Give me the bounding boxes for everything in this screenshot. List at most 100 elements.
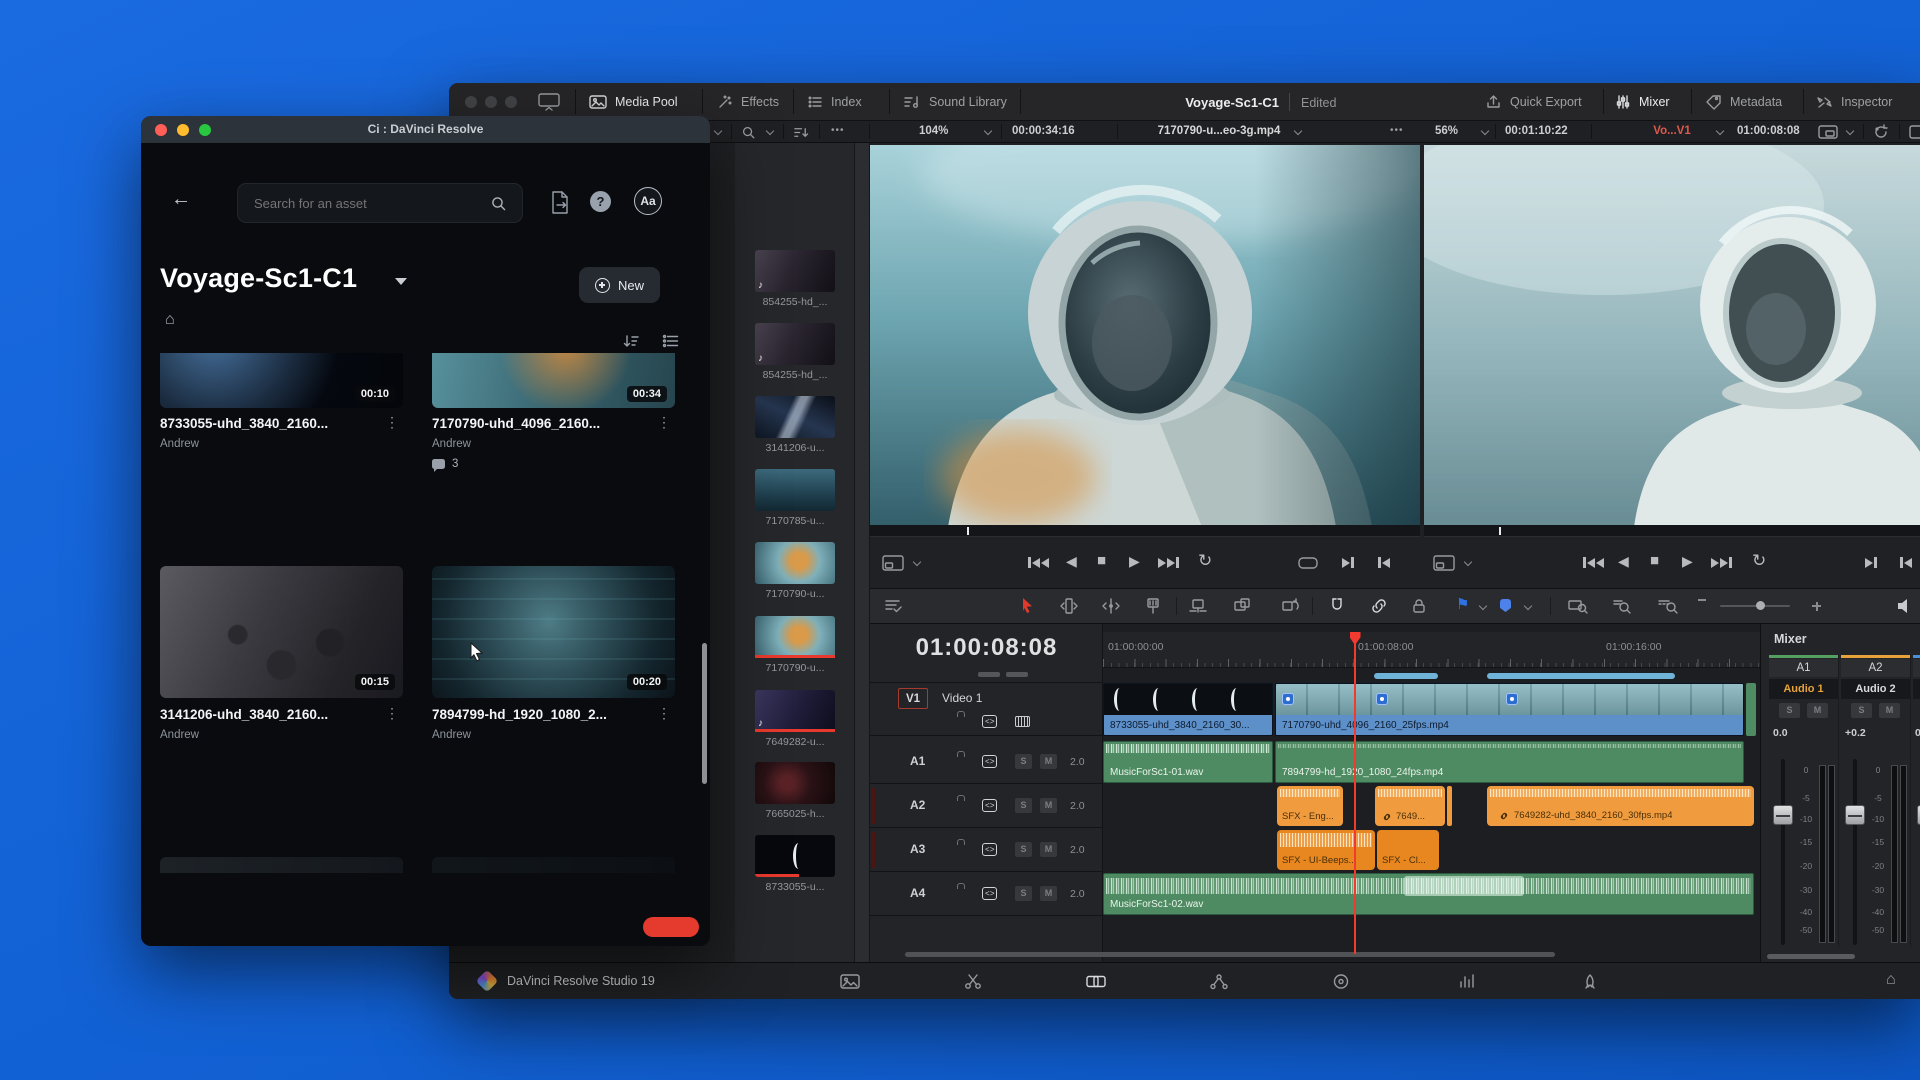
skip-back-button[interactable] [1028,557,1049,568]
help-icon[interactable]: ? [590,191,611,212]
media-pool-item[interactable]: ♪ 7649282-u... [747,690,843,748]
source-clip-name[interactable]: 7170790-u...eo-3g.mp4 [1149,125,1289,137]
timeline-clip-video[interactable]: 8733055-uhd_3840_2160_30... [1103,683,1273,736]
goto-in-button[interactable] [1900,557,1912,568]
button-quick-export[interactable]: Quick Export [1485,83,1582,121]
track-id[interactable]: A2 [910,798,925,812]
search-box[interactable] [237,183,523,223]
asset-thumbnail[interactable]: 00:15 [160,566,403,698]
button-metadata[interactable]: Metadata [1705,83,1782,121]
stop-button[interactable]: ■ [1097,552,1106,569]
snapping-magnet-icon[interactable] [1328,597,1346,615]
asset-name[interactable]: 7170790-uhd_4096_2160... [432,416,647,431]
replace-clip-icon[interactable] [1280,597,1300,615]
source-scrub-bar[interactable] [870,525,1420,537]
keyframe-marker[interactable] [1282,693,1294,705]
zoom-slider[interactable] [1720,605,1790,607]
flag-icon[interactable]: ⚑ [1456,595,1469,613]
timeline-clip-audio[interactable]: MusicForSc1-02.wav [1103,873,1754,915]
trim-edit-mode-icon[interactable] [1060,597,1078,615]
goto-out-button[interactable] [1865,557,1877,568]
loop-button[interactable]: ↻ [1198,551,1212,571]
zoom-full-extent-icon[interactable] [1568,598,1588,614]
page-edit-icon[interactable] [1086,973,1106,990]
home-icon[interactable]: ⌂ [1886,971,1896,989]
auto-select-icon[interactable]: < > [982,843,997,856]
loop-button[interactable]: ↻ [1752,551,1766,571]
chevron-down-icon[interactable] [1294,127,1302,135]
list-view-icon[interactable] [662,333,679,349]
asset-thumbnail-partial[interactable] [160,857,403,873]
loop-range-icon[interactable] [1298,556,1318,570]
mute-button[interactable]: M [1040,798,1057,813]
home-breadcrumb-icon[interactable]: ⌂ [165,311,175,329]
page-deliver-icon[interactable] [1580,973,1600,990]
solo-button[interactable]: S [1015,886,1032,901]
ci-scrollbar[interactable] [702,643,707,784]
chevron-down-icon[interactable] [1479,602,1487,610]
duration-marker-bar[interactable] [1487,673,1675,679]
window-minimize-button[interactable] [485,96,497,108]
upload-asset-icon[interactable] [548,190,572,216]
solo-button[interactable]: S [1851,703,1872,718]
clip-thumbnail[interactable]: ♪ [755,250,835,292]
button-inspector[interactable]: Inspector [1816,83,1892,121]
ci-title-bar[interactable]: Ci : DaVinci Resolve [141,116,710,143]
timeline-clip-sfx[interactable]: SFX - UI-Beeps... [1277,830,1375,870]
timeline-scrollbar[interactable] [905,952,1555,957]
mute-button[interactable]: M [1040,886,1057,901]
more-options-icon[interactable]: ••• [831,125,845,136]
page-color-icon[interactable] [1331,973,1351,990]
mute-button[interactable]: M [1879,703,1900,718]
mute-button[interactable]: M [1040,842,1057,857]
auto-select-icon[interactable]: < > [982,887,997,900]
asset-thumbnail-partial[interactable] [432,857,675,873]
selection-tool-icon[interactable] [1020,597,1035,615]
timeline-name[interactable]: Vo...V1 [1629,125,1715,137]
chevron-down-icon[interactable] [1716,127,1724,135]
dual-screen-icon[interactable] [537,92,561,112]
overwrite-clip-icon[interactable] [1232,597,1252,615]
play-reverse-button[interactable]: ◀ [1066,553,1077,570]
clip-thumbnail[interactable] [755,835,835,877]
timeline-zoom-level[interactable]: 56% [1435,125,1458,137]
sort-order-icon[interactable] [622,333,639,349]
track-id[interactable]: A4 [910,886,925,900]
timeline-clip-audio[interactable]: MusicForSc1-01.wav [1103,741,1273,783]
clip-thumbnail[interactable]: ♪ [755,323,835,365]
media-pool-item[interactable]: 7170790-u... [747,542,843,600]
media-pool-item[interactable]: 3141206-u... [747,396,843,454]
page-cut-icon[interactable] [963,973,983,990]
track-header-a4[interactable]: A4 < > S M 2.0 [870,872,1103,916]
sync-color-icon[interactable] [1873,124,1889,140]
track-id-badge[interactable]: V1 [898,688,928,709]
scrub-position-marker[interactable] [1499,527,1501,535]
asset-card[interactable]: 00:10 8733055-uhd_3840_2160... ⋮ Andrew [160,353,403,473]
mute-button[interactable]: M [1807,703,1828,718]
zoom-slider-handle[interactable] [1756,601,1765,610]
timeline-ruler[interactable]: 01:00:00:00 01:00:08:00 01:00:16:00 [1103,632,1760,668]
panel-divider[interactable] [855,143,870,962]
zoom-detail-icon[interactable] [1612,598,1632,614]
clip-thumbnail[interactable] [755,542,835,584]
track-id[interactable]: A1 [910,754,925,768]
page-fairlight-icon[interactable] [1458,973,1478,990]
marker-icon[interactable] [1500,599,1511,612]
timeline-clip-video[interactable]: 7170790-uhd_4096_2160_25fps.mp4 [1275,683,1744,736]
source-zoom-level[interactable]: 104% [919,125,948,137]
sort-icon[interactable] [793,125,809,140]
viewer-mode-icon[interactable] [882,554,908,572]
clip-thumbnail[interactable] [755,762,835,804]
viewer-mode-icon[interactable] [1433,554,1459,572]
zoom-custom-icon[interactable] [1658,598,1678,614]
window-zoom-button[interactable] [505,96,517,108]
tab-effects[interactable]: Effects [717,83,779,121]
search-icon[interactable] [741,125,756,140]
search-input[interactable] [254,184,474,222]
asset-name[interactable]: 8733055-uhd_3840_2160... [160,416,375,431]
asset-card[interactable]: 00:15 3141206-uhd_3840_2160... ⋮ Andrew [160,566,403,746]
keyframe-marker[interactable] [1506,693,1518,705]
auto-select-icon[interactable]: < > [982,755,997,768]
chevron-down-icon[interactable] [714,127,722,135]
chevron-down-icon[interactable] [984,127,992,135]
